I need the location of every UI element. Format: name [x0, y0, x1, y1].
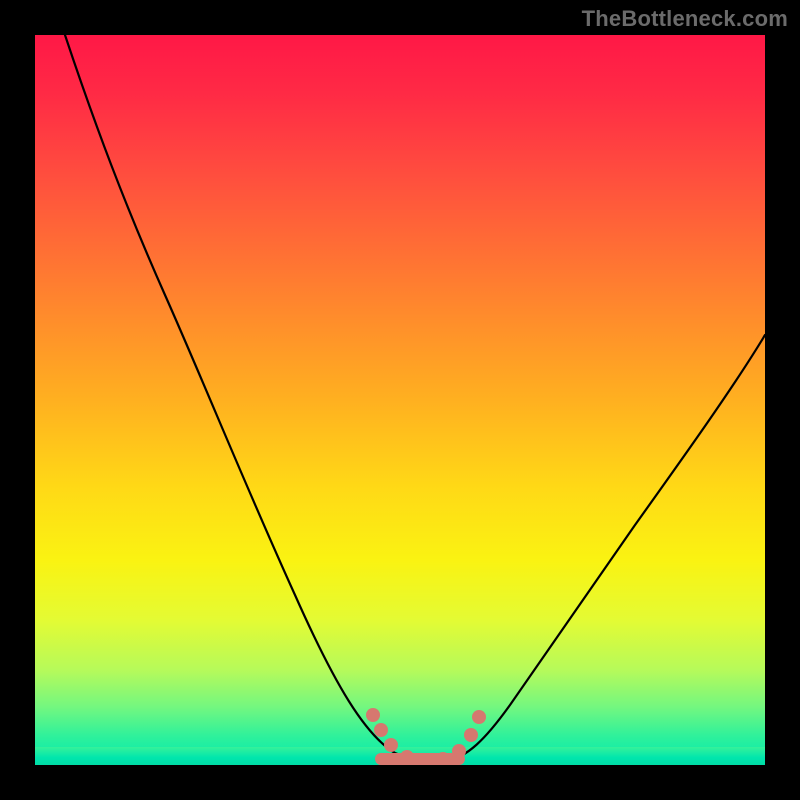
bottleneck-curve-svg — [35, 35, 765, 765]
curve-marker — [472, 710, 486, 724]
curve-marker — [366, 708, 380, 722]
curve-marker — [400, 750, 414, 764]
curve-marker — [452, 744, 466, 758]
watermark-text: TheBottleneck.com — [582, 6, 788, 32]
plot-area — [35, 35, 765, 765]
curve-marker — [464, 728, 478, 742]
curve-marker — [374, 723, 388, 737]
curve-marker — [384, 738, 398, 752]
chart-frame: TheBottleneck.com — [0, 0, 800, 800]
bottleneck-curve — [65, 35, 765, 762]
